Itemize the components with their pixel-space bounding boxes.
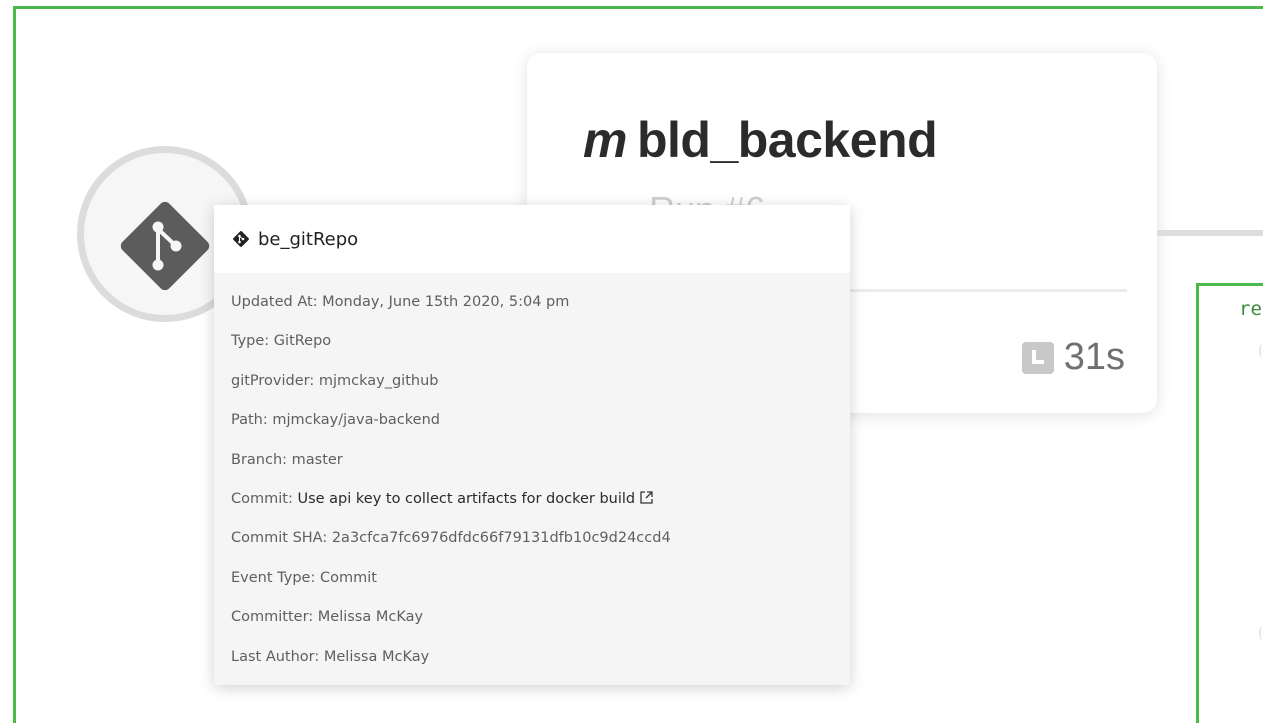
commit-row: Commit: Use api key to collect artifacts… [231, 486, 671, 525]
commit-sha-row: Commit SHA: 2a3cfca7fc6976dfdc66f79131df… [231, 530, 671, 547]
committer-row: Committer: Melissa McKay [231, 609, 424, 626]
next-step-marker [1259, 626, 1263, 640]
path-row: Path: mjmckay/java-backend [231, 412, 440, 429]
next-step-marker [1259, 344, 1263, 358]
last-author-row: Last Author: Melissa McKay [231, 648, 430, 665]
git-provider-row: gitProvider: mjmckay_github [231, 372, 439, 389]
git-icon [233, 231, 249, 247]
git-icon [120, 201, 210, 291]
repo-name: be_gitRepo [258, 228, 359, 250]
pipeline-name: bld_backend [636, 112, 938, 168]
updated-at-row: Updated At: Monday, June 15th 2020, 5:04… [231, 294, 570, 310]
tooltip-header: be_gitRepo [214, 205, 850, 273]
type-row: Type: GitRepo [231, 333, 332, 350]
step-connector [1157, 230, 1263, 236]
duration-display: 31s [1021, 336, 1125, 379]
pipeline-type-glyph: m [583, 112, 627, 168]
pipeline-title: m bld_backend [583, 111, 938, 169]
branch-row: Branch: master [231, 451, 343, 468]
next-step-label: re [1239, 298, 1262, 320]
pipeline-canvas: mbld_backend Run #6 31s re be_gitRepo [0, 0, 1263, 723]
commit-label: Commit: [231, 490, 298, 507]
next-step-node[interactable]: re [1196, 283, 1263, 723]
duration-value: 31s [1063, 336, 1125, 378]
external-link-icon[interactable] [639, 490, 654, 505]
commit-link[interactable]: Use api key to collect artifacts for doc… [297, 491, 635, 507]
event-type-row: Event Type: Commit [231, 569, 377, 586]
clock-icon [1021, 341, 1054, 374]
tooltip-details: Updated At: Monday, June 15th 2020, 5:04… [231, 289, 671, 683]
resource-tooltip: be_gitRepo Updated At: Monday, June 15th… [214, 205, 850, 685]
